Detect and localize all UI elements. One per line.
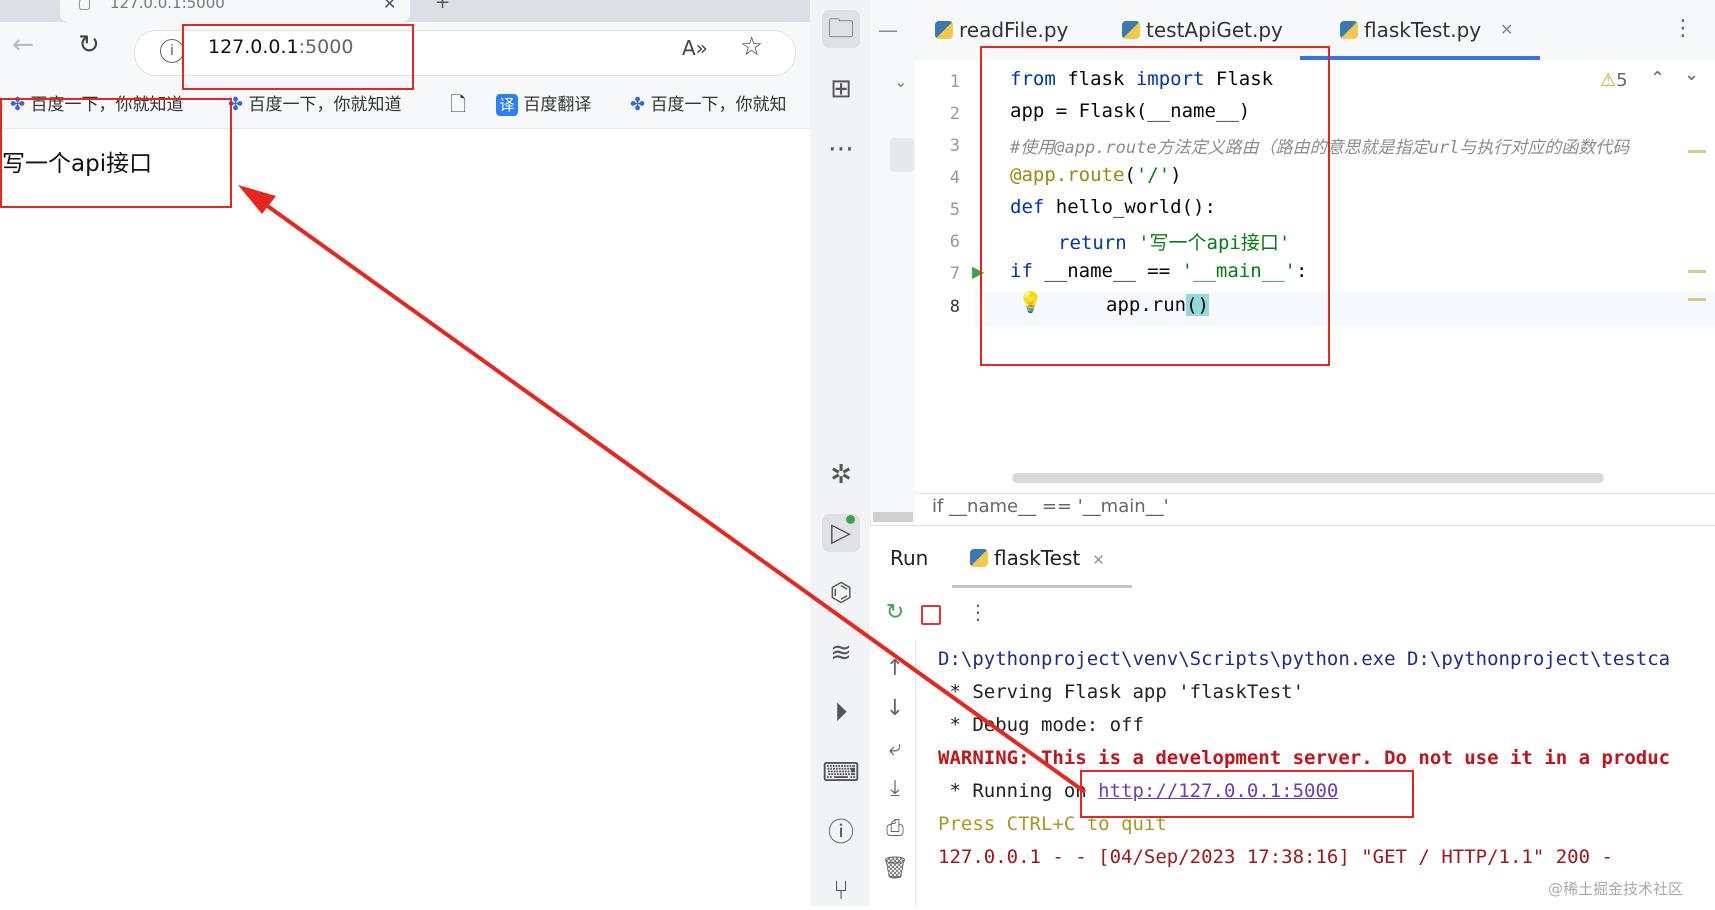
annotation-arrow [238,185,1087,794]
arrow-line [246,190,1087,794]
watermark: @稀土掘金技术社区 [1548,880,1684,898]
